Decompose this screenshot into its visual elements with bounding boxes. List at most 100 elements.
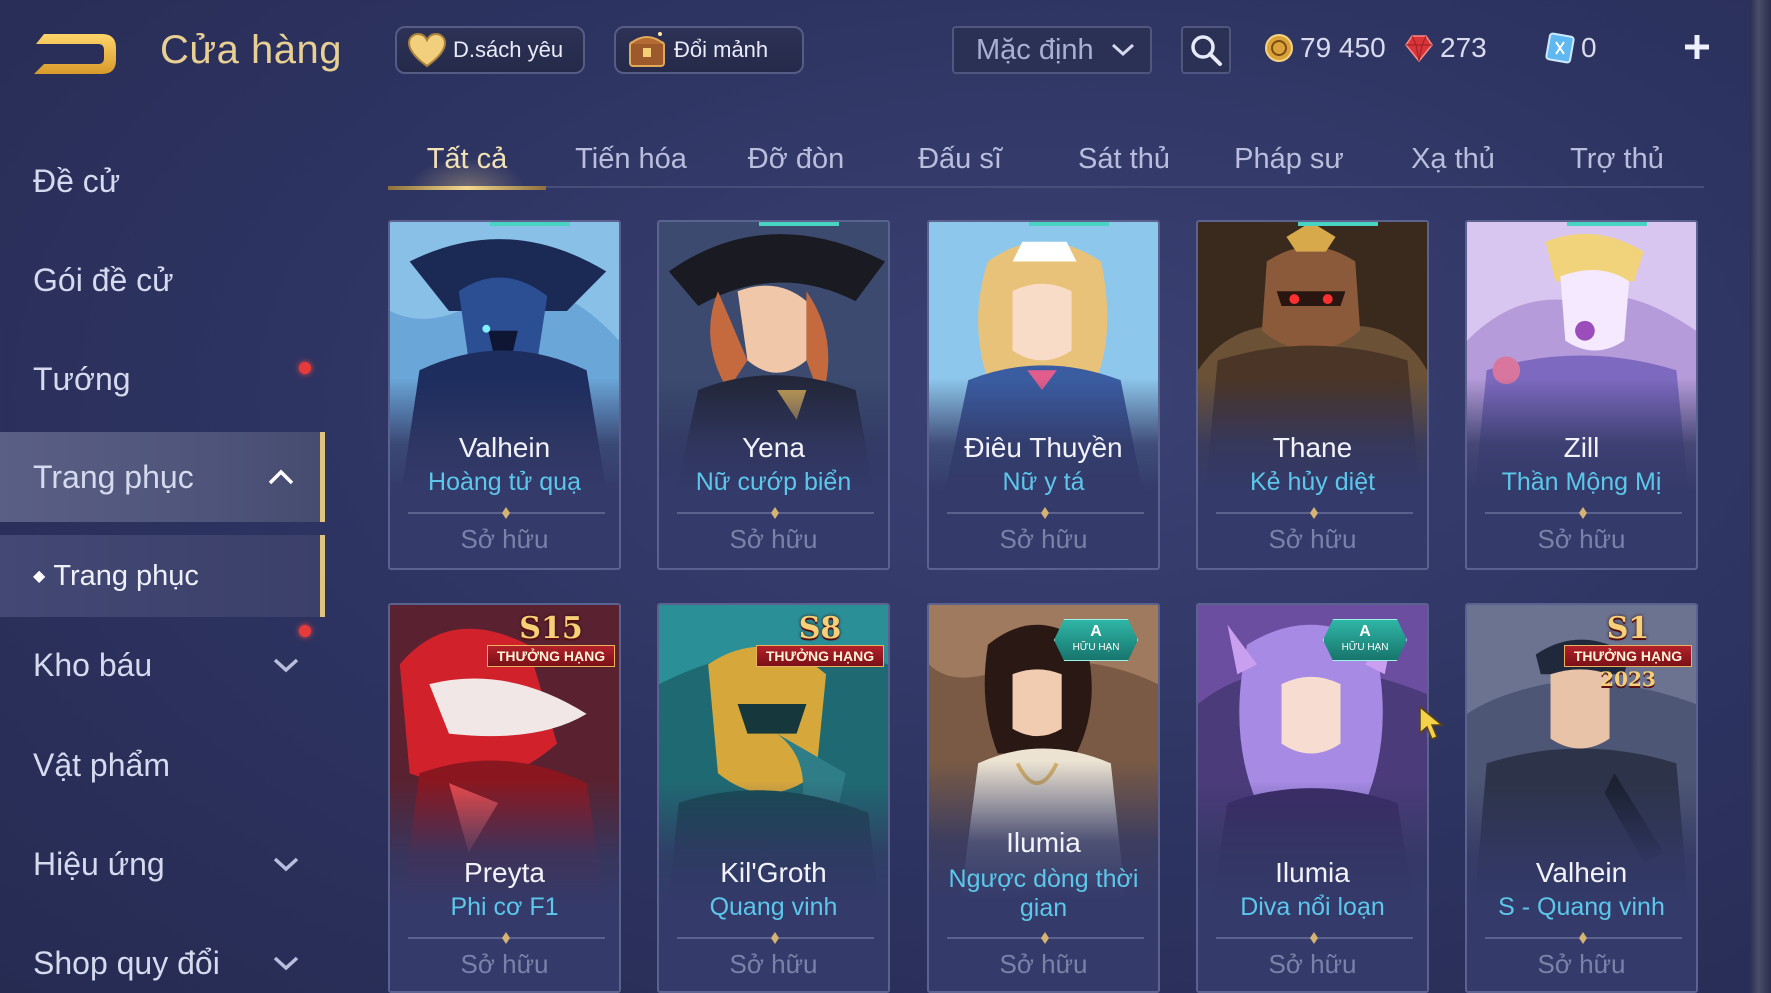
page-title: Cửa hàng xyxy=(160,28,343,72)
sidebar-item-recommended[interactable]: Đề cử xyxy=(0,136,325,226)
skin-card[interactable]: Thane Kẻ hủy diệt Sở hữu xyxy=(1196,220,1429,570)
sidebar-item-label: Hiệu ứng xyxy=(33,845,165,882)
back-button[interactable] xyxy=(30,26,122,84)
sidebar-item-skins[interactable]: Trang phục xyxy=(0,432,325,522)
tab-label: Pháp sư xyxy=(1234,142,1344,175)
sidebar-item-recommended-bundles[interactable]: Gói đề cử xyxy=(0,235,325,325)
skin-card[interactable]: Điêu Thuyền Nữ y tá Sở hữu xyxy=(927,220,1160,570)
sidebar-subitem-skins[interactable]: ◆ Trang phục xyxy=(0,535,325,617)
skin-card[interactable]: A HỮU HẠN Ilumia Diva nổi loạn Sở hữu xyxy=(1196,603,1429,993)
divider-ornament xyxy=(947,507,1144,519)
skin-name: Phi cơ F1 xyxy=(450,893,559,921)
screen-edge xyxy=(1750,0,1771,993)
sidebar-item-effects[interactable]: Hiệu ứng xyxy=(0,819,325,909)
tab-fighter[interactable]: Đấu sĩ xyxy=(881,130,1039,188)
tab-label: Xạ thủ xyxy=(1411,142,1495,175)
divider-ornament xyxy=(1485,507,1682,519)
mouse-cursor-icon xyxy=(1419,705,1444,740)
card-accent xyxy=(1029,222,1109,226)
sidebar-item-label: Shop quy đổi xyxy=(33,944,220,981)
tab-support[interactable]: Trợ thủ xyxy=(1538,130,1696,188)
skin-card[interactable]: S1 THƯỞNG HẠNG 2023 Valhein S - Quang vi… xyxy=(1465,603,1698,993)
season-label: S8 xyxy=(798,611,842,646)
sidebar-item-treasure[interactable]: Kho báu xyxy=(0,620,325,710)
ownership-status: Sở hữu xyxy=(460,949,549,979)
chevron-down-icon xyxy=(273,658,299,673)
ruby-amount: 273 xyxy=(1440,32,1487,63)
tab-evolution[interactable]: Tiến hóa xyxy=(552,130,710,188)
sidebar-item-items[interactable]: Vật phẩm xyxy=(0,720,325,810)
season-label: S15 xyxy=(519,611,583,646)
tab-label: Đỡ đòn xyxy=(747,142,845,175)
divider-ornament xyxy=(1485,932,1682,944)
limited-label: HỮU HẠN xyxy=(1341,642,1389,653)
season-label: S1 xyxy=(1606,611,1650,646)
card-accent xyxy=(759,222,839,226)
season-reward-badge: S15 THƯỞNG HẠNG xyxy=(487,609,615,675)
hero-name: Ilumia xyxy=(1275,857,1350,888)
skin-card[interactable]: A HỮU HẠN Ilumia Ngược dòng thời gian Sở… xyxy=(927,603,1160,993)
skin-card[interactable]: Zill Thần Mộng Mị Sở hữu xyxy=(1465,220,1698,570)
tab-assassin[interactable]: Sát thủ xyxy=(1045,130,1203,188)
favorites-label: D.sách yêu xyxy=(453,37,564,62)
add-currency-button[interactable] xyxy=(1676,26,1718,68)
heart-icon xyxy=(407,32,447,68)
ruby-gem-icon xyxy=(1405,35,1433,63)
skin-name: Hoàng tử quạ xyxy=(428,468,581,496)
tab-tank[interactable]: Đỡ đòn xyxy=(717,130,875,188)
chevron-down-icon xyxy=(273,857,299,872)
sidebar-subitem-label: Trang phục xyxy=(53,559,199,592)
tab-label: Trợ thủ xyxy=(1570,142,1664,175)
chevron-down-icon xyxy=(1111,43,1135,57)
sidebar-item-heroes[interactable]: Tướng xyxy=(0,334,325,424)
gold-coin-icon xyxy=(1265,34,1293,62)
limited-rank: A xyxy=(1359,623,1371,640)
gold-currency: 79 450 xyxy=(1264,28,1386,68)
card-accent xyxy=(1567,222,1647,226)
voucher-ticket-icon xyxy=(1545,32,1575,64)
season-reward-badge: S1 THƯỞNG HẠNG 2023 xyxy=(1564,609,1692,691)
divider-ornament xyxy=(1216,932,1413,944)
exchange-shards-label: Đổi mảnh xyxy=(674,37,769,62)
sidebar-item-label: Đề cử xyxy=(33,162,121,199)
chevron-up-icon xyxy=(268,469,294,485)
voucher-currency: 0 xyxy=(1545,28,1597,68)
chest-icon xyxy=(629,32,665,67)
hero-name: Thane xyxy=(1272,432,1353,463)
limited-badge: A HỮU HẠN xyxy=(1323,619,1407,661)
ownership-status: Sở hữu xyxy=(999,524,1088,554)
tab-all[interactable]: Tất cả xyxy=(388,130,546,190)
divider-ornament xyxy=(408,932,605,944)
ownership-status: Sở hữu xyxy=(460,524,549,554)
exchange-shards-button[interactable]: Đổi mảnh xyxy=(614,26,804,74)
skin-card[interactable]: S15 THƯỞNG HẠNG Preyta Phi cơ F1 Sở hữu xyxy=(388,603,621,993)
gold-amount: 79 450 xyxy=(1300,32,1386,63)
skin-name: Kẻ hủy diệt xyxy=(1249,468,1376,496)
reward-ribbon: THƯỞNG HẠNG xyxy=(1564,645,1692,667)
skin-name: Thần Mộng Mị xyxy=(1501,468,1662,496)
skin-card[interactable]: S8 THƯỞNG HẠNG Kil'Groth Quang vinh Sở h… xyxy=(657,603,890,993)
season-year: 2023 xyxy=(1600,667,1656,691)
skin-card[interactable]: Yena Nữ cướp biển Sở hữu xyxy=(657,220,890,570)
sidebar: Đề cử Gói đề cử Tướng Trang phục ◆ Trang… xyxy=(0,120,330,993)
sort-value: Mặc định xyxy=(976,33,1094,66)
divider-ornament xyxy=(408,507,605,519)
hero-name: Zill xyxy=(1563,432,1600,463)
limited-label: HỮU HẠN xyxy=(1072,642,1120,653)
diamond-bullet-icon: ◆ xyxy=(33,568,46,585)
favorites-button[interactable]: D.sách yêu xyxy=(395,26,585,74)
tab-marksman[interactable]: Xạ thủ xyxy=(1374,130,1532,188)
sidebar-item-exchange-shop[interactable]: Shop quy đổi xyxy=(0,918,325,993)
sort-dropdown[interactable]: Mặc định xyxy=(952,26,1152,74)
card-accent xyxy=(490,222,570,226)
divider-ornament xyxy=(677,507,874,519)
skin-name: Nữ y tá xyxy=(1002,468,1085,496)
reward-ribbon: THƯỞNG HẠNG xyxy=(487,645,615,667)
hero-name: Preyta xyxy=(464,857,545,888)
search-button[interactable] xyxy=(1181,26,1231,74)
hero-name: Yena xyxy=(742,432,805,463)
tab-mage[interactable]: Pháp sư xyxy=(1210,130,1368,188)
tab-label: Đấu sĩ xyxy=(918,142,1002,175)
skin-card[interactable]: Valhein Hoàng tử quạ Sở hữu xyxy=(388,220,621,570)
skin-name: Ngược dòng thời gian xyxy=(948,865,1139,922)
